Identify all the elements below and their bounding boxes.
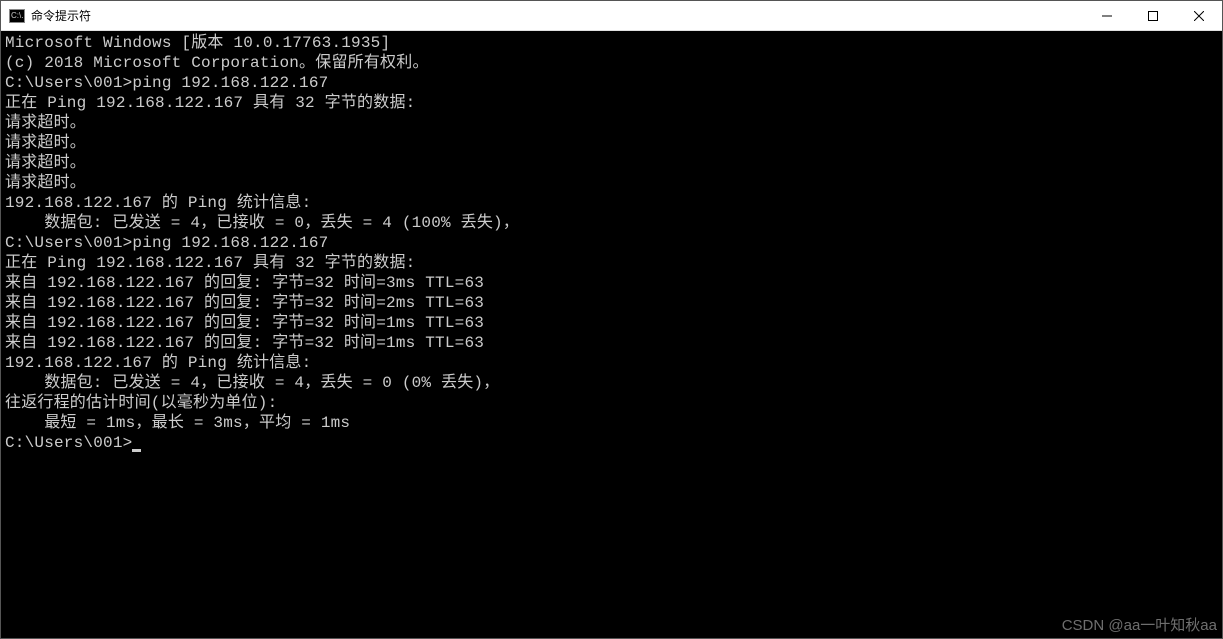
terminal-line: 来自 192.168.122.167 的回复: 字节=32 时间=2ms TTL… — [5, 293, 1218, 313]
terminal-line: (c) 2018 Microsoft Corporation。保留所有权利。 — [5, 53, 1218, 73]
terminal-line: 数据包: 已发送 = 4，已接收 = 0，丢失 = 4 (100% 丢失)， — [5, 213, 1218, 233]
terminal-line: 请求超时。 — [5, 153, 1218, 173]
terminal-line: C:\Users\001>ping 192.168.122.167 — [5, 233, 1218, 253]
terminal-line: C:\Users\001> — [5, 433, 1218, 453]
terminal-line: 来自 192.168.122.167 的回复: 字节=32 时间=1ms TTL… — [5, 333, 1218, 353]
command-prompt-window: C:\. 命令提示符 Microsoft Windows [版本 10.0.17… — [0, 0, 1223, 639]
maximize-button[interactable] — [1130, 1, 1176, 30]
window-title: 命令提示符 — [31, 7, 1084, 24]
terminal-line: 请求超时。 — [5, 113, 1218, 133]
close-icon — [1194, 11, 1204, 21]
terminal-line: 正在 Ping 192.168.122.167 具有 32 字节的数据: — [5, 253, 1218, 273]
terminal-line: 请求超时。 — [5, 133, 1218, 153]
terminal-line: 来自 192.168.122.167 的回复: 字节=32 时间=1ms TTL… — [5, 313, 1218, 333]
terminal-line: 192.168.122.167 的 Ping 统计信息: — [5, 193, 1218, 213]
minimize-button[interactable] — [1084, 1, 1130, 30]
terminal-line: 最短 = 1ms，最长 = 3ms，平均 = 1ms — [5, 413, 1218, 433]
terminal-line: 来自 192.168.122.167 的回复: 字节=32 时间=3ms TTL… — [5, 273, 1218, 293]
terminal-line: 往返行程的估计时间(以毫秒为单位): — [5, 393, 1218, 413]
terminal-cursor — [132, 449, 141, 452]
terminal-line: 数据包: 已发送 = 4，已接收 = 4，丢失 = 0 (0% 丢失)， — [5, 373, 1218, 393]
terminal-line: Microsoft Windows [版本 10.0.17763.1935] — [5, 33, 1218, 53]
cmd-icon: C:\. — [9, 9, 25, 23]
window-controls — [1084, 1, 1222, 30]
titlebar[interactable]: C:\. 命令提示符 — [1, 1, 1222, 31]
minimize-icon — [1102, 11, 1112, 21]
terminal-line: C:\Users\001>ping 192.168.122.167 — [5, 73, 1218, 93]
terminal-output[interactable]: Microsoft Windows [版本 10.0.17763.1935](c… — [1, 31, 1222, 638]
app-icon: C:\. — [9, 8, 25, 24]
terminal-line: 192.168.122.167 的 Ping 统计信息: — [5, 353, 1218, 373]
close-button[interactable] — [1176, 1, 1222, 30]
maximize-icon — [1148, 11, 1158, 21]
terminal-line: 请求超时。 — [5, 173, 1218, 193]
terminal-line: 正在 Ping 192.168.122.167 具有 32 字节的数据: — [5, 93, 1218, 113]
